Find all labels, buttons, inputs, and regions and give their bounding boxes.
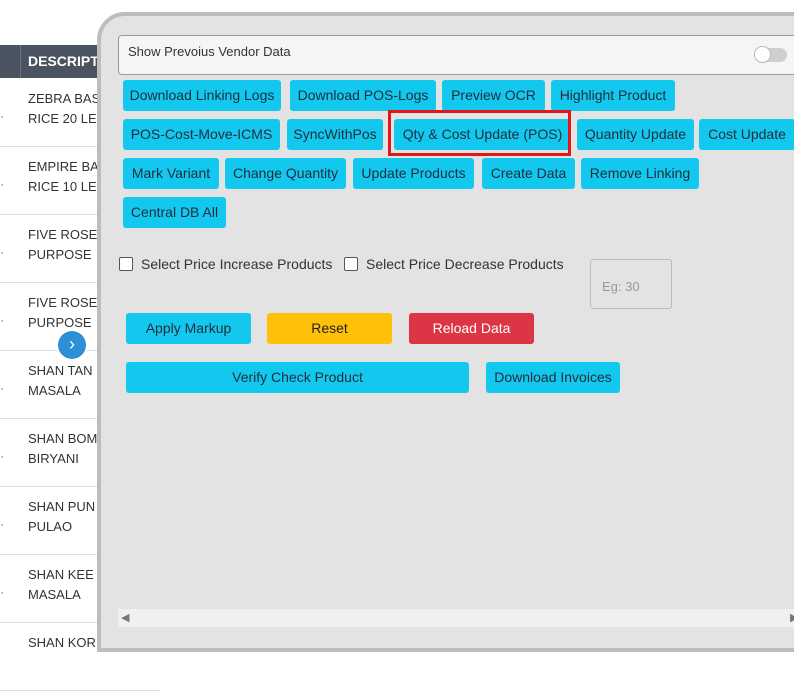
chevron-right-icon[interactable]: › — [58, 331, 86, 359]
row-description-line2: PURPOSE — [28, 247, 92, 262]
price-decrease-checkbox[interactable]: Select Price Decrease Products — [344, 256, 564, 272]
row-description-line1: ZEBRA BAS — [28, 91, 101, 106]
row-marker: · — [0, 313, 4, 327]
row-description-line1: SHAN KORI — [28, 635, 100, 650]
price-increase-checkbox[interactable]: Select Price Increase Products — [119, 256, 332, 272]
highlight-product-button[interactable]: Highlight Product — [551, 80, 675, 111]
update-products-button[interactable]: Update Products — [353, 158, 474, 189]
horizontal-scrollbar[interactable]: ◀ ▶ — [118, 609, 794, 627]
download-linking-logs-button[interactable]: Download Linking Logs — [123, 80, 281, 111]
change-quantity-button[interactable]: Change Quantity — [225, 158, 346, 189]
row-marker: · — [0, 245, 4, 259]
row-description-line1: EMPIRE BA — [28, 159, 99, 174]
row-description-line1: SHAN KEE — [28, 567, 94, 582]
checkbox-icon — [344, 257, 358, 271]
row-description-line1: SHAN TAN — [28, 363, 93, 378]
toggle-knob — [754, 46, 771, 63]
row-description-line1: FIVE ROSE — [28, 227, 98, 242]
row-description-line2: PURPOSE — [28, 315, 92, 330]
previous-vendor-data-bar: Show Prevoius Vendor Data — [118, 35, 794, 75]
mark-variant-button[interactable]: Mark Variant — [123, 158, 219, 189]
description-column-header[interactable]: DESCRIPT — [28, 53, 99, 69]
row-marker: · — [0, 517, 4, 531]
row-description-line2: PULAO — [28, 519, 73, 534]
table-header-select-cell — [0, 45, 21, 78]
row-description-line1: FIVE ROSE — [28, 295, 98, 310]
quantity-update-button[interactable]: Quantity Update — [577, 119, 694, 150]
row-description-line2: RICE 20 LE — [28, 111, 97, 126]
row-marker: · — [0, 585, 4, 599]
row-marker: · — [0, 381, 4, 395]
reset-button[interactable]: Reset — [267, 313, 392, 344]
row-description-line2: BIRYANI — [28, 451, 79, 466]
row-marker: · — [0, 109, 4, 123]
scroll-left-icon[interactable]: ◀ — [121, 611, 129, 624]
row-description-line2: RICE 10 LE — [28, 179, 97, 194]
remove-linking-button[interactable]: Remove Linking — [581, 158, 699, 189]
row-description-line1: SHAN PUN — [28, 499, 96, 514]
row-description-line2: MASALA — [28, 587, 81, 602]
download-pos-logs-button[interactable]: Download POS-Logs — [290, 80, 436, 111]
sync-with-pos-button[interactable]: SyncWithPos — [287, 119, 383, 150]
cost-update-button[interactable]: Cost Update — [699, 119, 794, 150]
previous-vendor-data-toggle[interactable] — [754, 46, 787, 63]
download-invoices-button[interactable]: Download Invoices — [486, 362, 620, 393]
row-description-line1: SHAN BOM — [28, 431, 98, 446]
reload-data-button[interactable]: Reload Data — [409, 313, 534, 344]
previous-vendor-data-label: Show Prevoius Vendor Data — [128, 44, 291, 59]
vendor-actions-panel: Show Prevoius Vendor Data Download Linki… — [97, 12, 794, 652]
row-marker: · — [0, 449, 4, 463]
row-description-line2: MASALA — [28, 383, 81, 398]
central-db-all-button[interactable]: Central DB All — [123, 197, 226, 228]
pos-cost-move-icms-button[interactable]: POS-Cost-Move-ICMS — [123, 119, 280, 150]
scroll-right-icon[interactable]: ▶ — [790, 611, 794, 624]
row-marker: · — [0, 177, 4, 191]
apply-markup-button[interactable]: Apply Markup — [126, 313, 251, 344]
markup-input[interactable]: Eg: 30 — [590, 259, 672, 309]
preview-ocr-button[interactable]: Preview OCR — [442, 80, 545, 111]
create-data-button[interactable]: Create Data — [482, 158, 575, 189]
verify-check-product-button[interactable]: Verify Check Product — [126, 362, 469, 393]
price-increase-label: Select Price Increase Products — [141, 256, 333, 272]
price-decrease-label: Select Price Decrease Products — [366, 256, 564, 272]
checkbox-icon — [119, 257, 133, 271]
highlight-marker — [388, 110, 571, 156]
